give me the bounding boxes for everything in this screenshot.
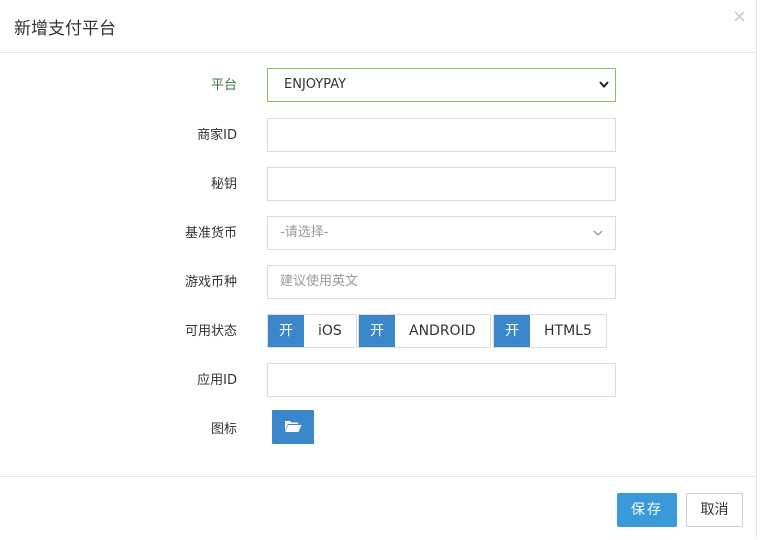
dialog-title: 新增支付平台 [14,19,116,39]
ios-toggle-on[interactable]: 开 [268,315,304,347]
dialog-header: 新增支付平台 × [0,0,756,53]
app-id-row: 应用ID [0,363,757,399]
game-currency-input[interactable]: 建议使用英文 [267,265,616,299]
base-currency-label: 基准货币 [184,226,237,241]
html5-toggle-on[interactable]: 开 [494,315,530,347]
base-currency-row: 基准货币 -请选择- [0,216,757,252]
platform-label: 平台 [210,78,237,93]
ios-toggle[interactable]: 开 iOS [267,314,357,348]
availability-label: 可用状态 [184,324,237,339]
app-id-label: 应用ID [197,373,237,388]
chevron-down-icon [599,69,609,113]
platform-form: 平台 ENJOYPAY 商家ID 秘钥 基准货币 -请选择- 游戏币种 建议使用… [0,52,757,476]
android-toggle-on[interactable]: 开 [359,315,395,347]
icon-label: 图标 [210,422,237,437]
secret-key-row: 秘钥 [0,167,757,203]
secret-key-input[interactable] [267,167,616,201]
game-currency-row: 游戏币种 建议使用英文 [0,265,757,301]
game-currency-label: 游戏币种 [184,275,237,290]
close-icon[interactable]: × [732,7,747,27]
add-payment-platform-dialog: 新增支付平台 × 平台 ENJOYPAY 商家ID 秘钥 基准货币 -请选择- … [0,0,757,539]
base-currency-select[interactable]: -请选择- [267,216,616,250]
app-id-input[interactable] [267,363,616,397]
platform-select[interactable]: ENJOYPAY [267,68,616,102]
cancel-button[interactable]: 取消 [686,493,743,527]
android-toggle-name: ANDROID [395,315,490,347]
icon-upload-button[interactable] [272,410,314,444]
icon-row: 图标 [0,410,757,448]
ios-toggle-name: iOS [304,315,356,347]
platform-row: 平台 ENJOYPAY [0,68,757,104]
secret-key-label: 秘钥 [210,177,237,192]
save-button[interactable]: 保存 [617,493,677,527]
merchant-id-row: 商家ID [0,118,757,154]
platform-select-value: ENJOYPAY [284,77,347,92]
merchant-id-label: 商家ID [197,128,237,143]
availability-row: 可用状态 开 iOS 开 ANDROID 开 HTML5 [0,314,757,350]
android-toggle[interactable]: 开 ANDROID [358,314,491,348]
chevron-down-icon [593,217,603,261]
html5-toggle-name: HTML5 [530,315,606,347]
html5-toggle[interactable]: 开 HTML5 [493,314,607,348]
dialog-footer: 保存 取消 [0,476,757,540]
base-currency-select-value: -请选择- [280,225,329,240]
folder-open-icon [284,418,302,437]
merchant-id-input[interactable] [267,118,616,152]
